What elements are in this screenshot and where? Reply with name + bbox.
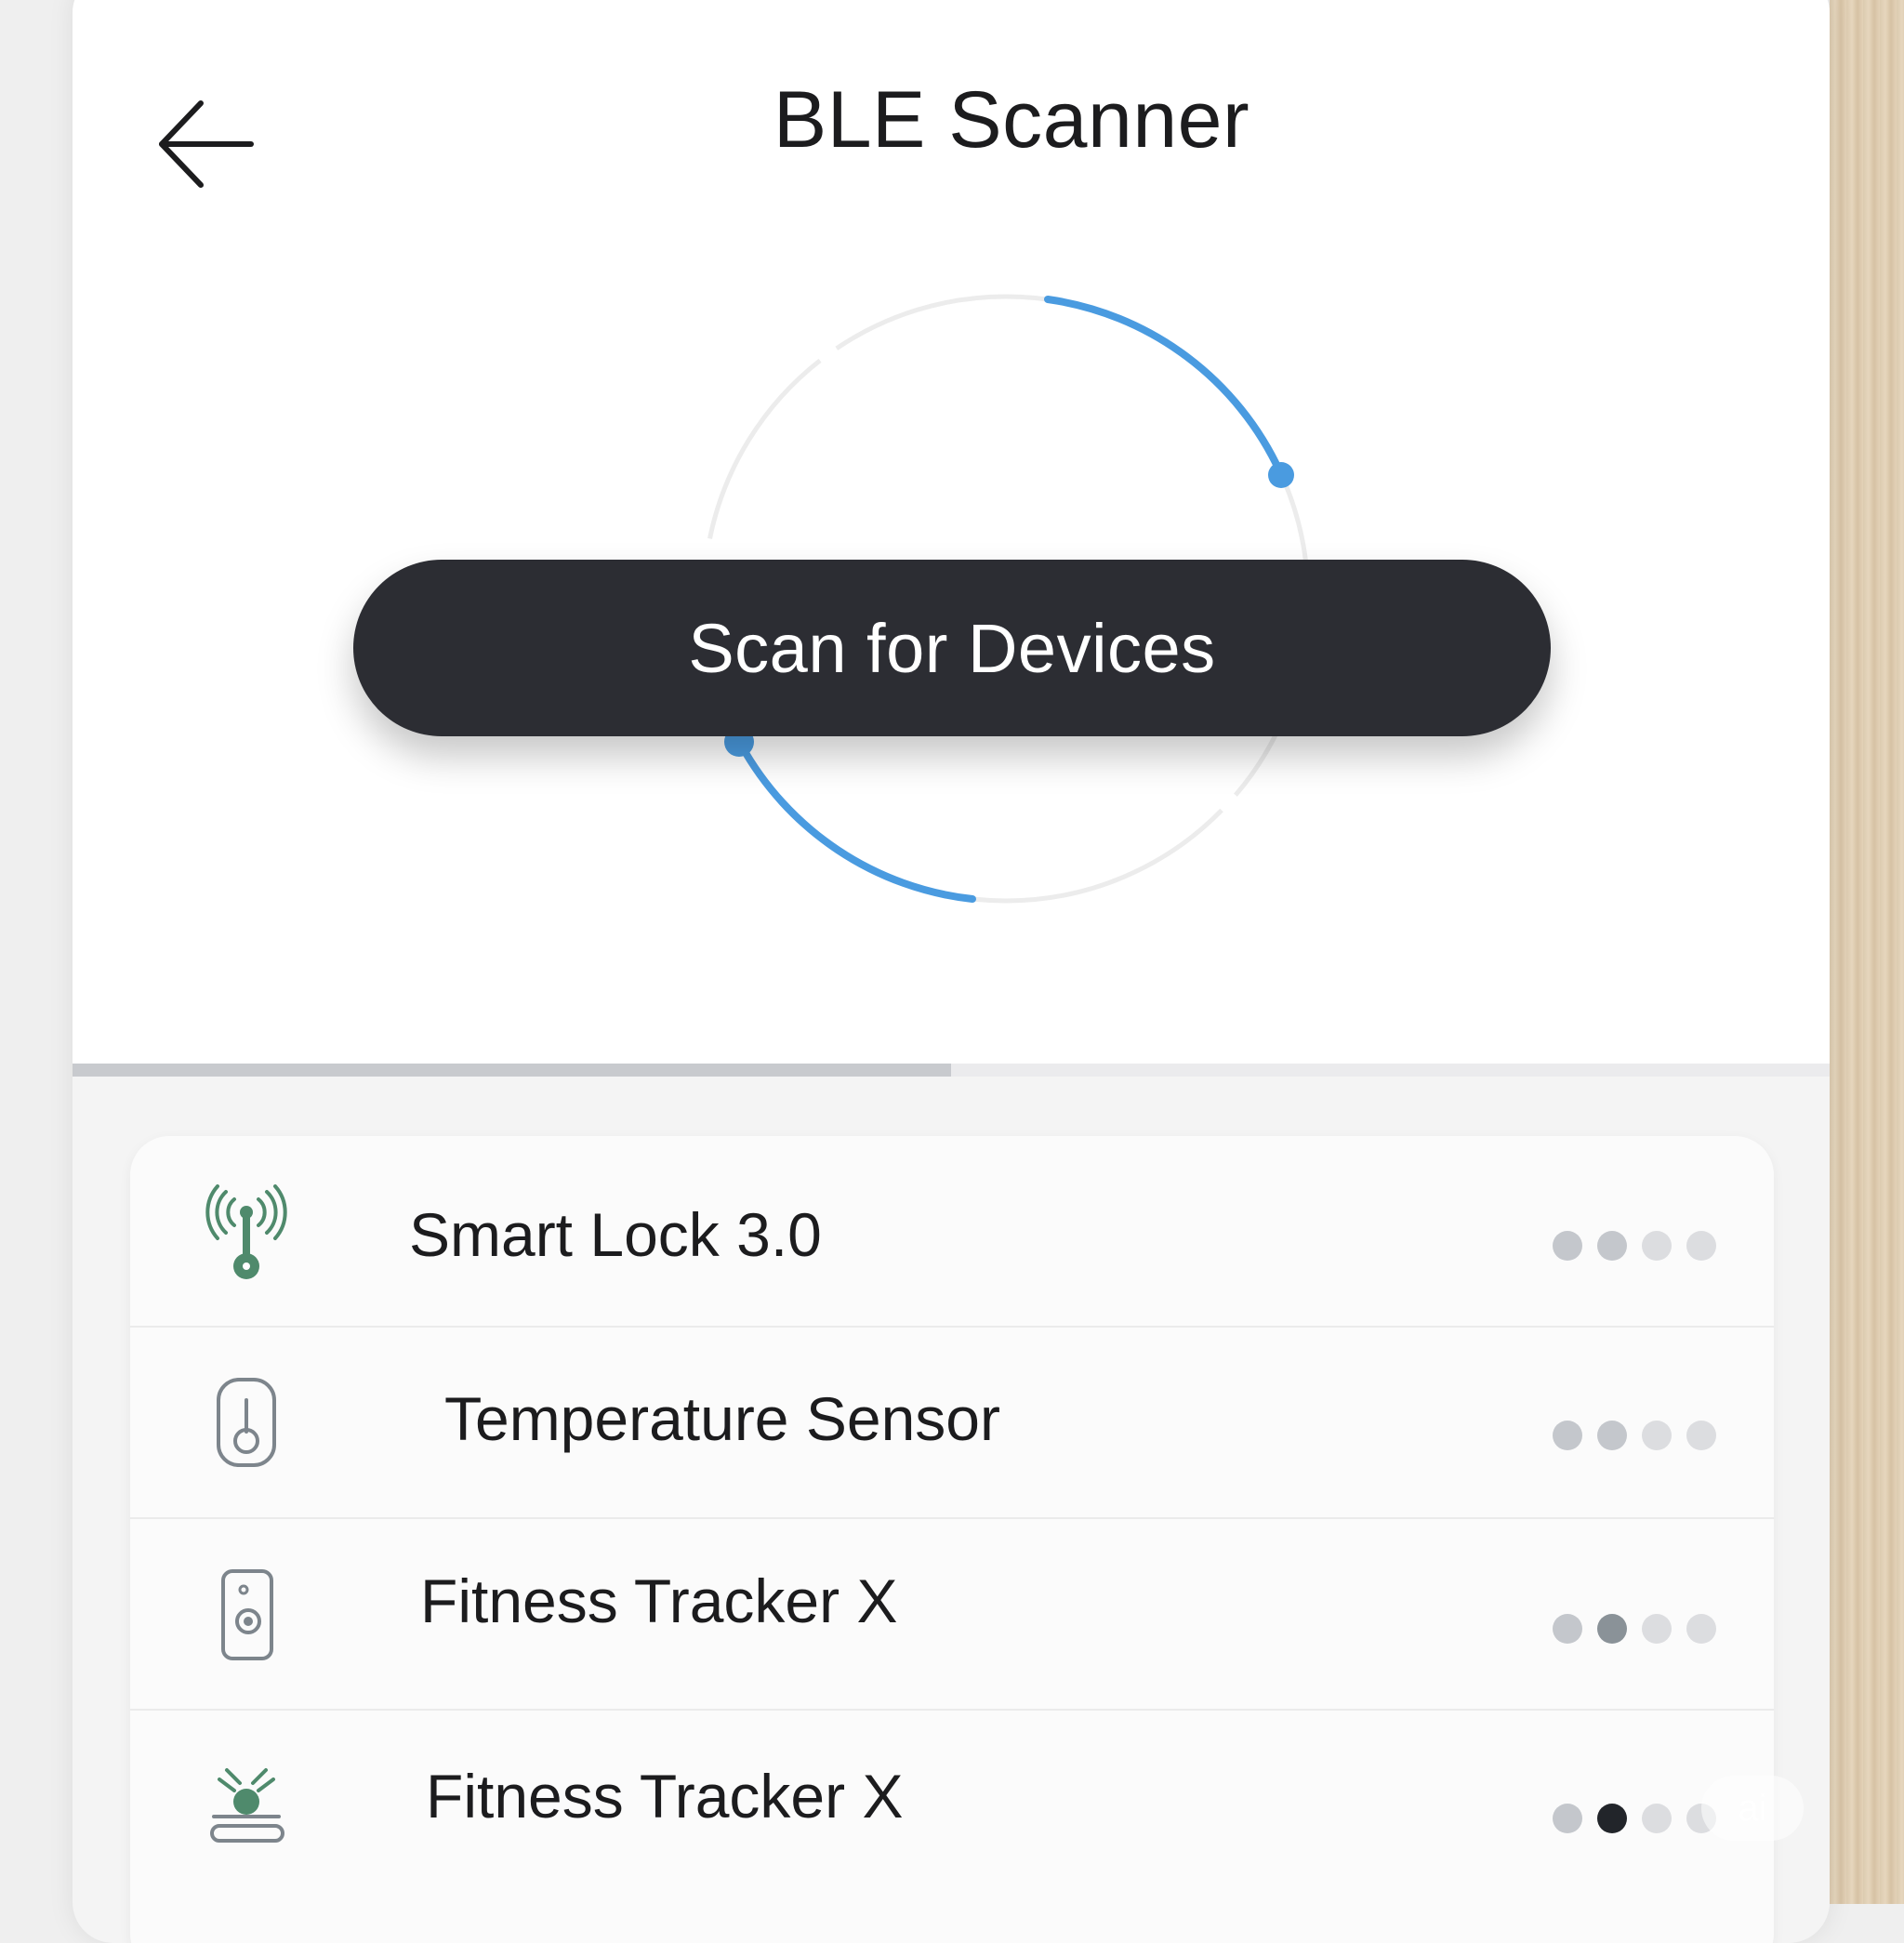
arrow-left-icon (159, 100, 254, 188)
device-row-smart-lock[interactable]: Smart Lock 3.0 (130, 1136, 1774, 1328)
scan-progress-bar (73, 1064, 1830, 1077)
signal-dot (1686, 1421, 1716, 1450)
scan-for-devices-button[interactable]: Scan for Devices (353, 560, 1551, 736)
signal-dot (1553, 1421, 1582, 1450)
phone-screen: BLE Scanner Scan for Devices Smart Lock … (73, 0, 1830, 1943)
device-list: Smart Lock 3.0 Temperature Sensor Fitnes… (130, 1136, 1774, 1943)
signal-strength (1553, 1614, 1739, 1651)
signal-dot (1597, 1421, 1627, 1450)
beacon-icon (210, 1768, 284, 1843)
watermark-badge: ai (1701, 1776, 1804, 1841)
page-title: BLE Scanner (773, 75, 1250, 165)
scan-progress-fill (73, 1064, 951, 1077)
device-row-fitness-tracker-2[interactable]: Fitness Tracker X (130, 1711, 1774, 1902)
fitness-band-icon (221, 1569, 273, 1660)
signal-dot (1553, 1231, 1582, 1261)
device-name: Fitness Tracker X (426, 1762, 904, 1831)
device-name: Smart Lock 3.0 (409, 1200, 822, 1269)
thermometer-icon (217, 1378, 276, 1467)
device-name: Temperature Sensor (444, 1384, 1000, 1453)
signal-dot (1553, 1614, 1582, 1644)
scan-area: BLE Scanner Scan for Devices (73, 0, 1830, 1064)
back-button[interactable] (145, 93, 266, 195)
signal-dot (1642, 1231, 1672, 1261)
signal-dot (1686, 1231, 1716, 1261)
signal-dot (1642, 1614, 1672, 1644)
device-name: Fitness Tracker X (420, 1566, 898, 1635)
signal-dot (1597, 1614, 1627, 1644)
signal-dot (1553, 1804, 1582, 1833)
wood-background (1830, 0, 1904, 1904)
signal-strength (1553, 1421, 1739, 1458)
signal-dot (1642, 1421, 1672, 1450)
antenna-lock-icon (205, 1184, 287, 1279)
device-row-fitness-tracker[interactable]: Fitness Tracker X (130, 1519, 1774, 1711)
signal-dot (1597, 1804, 1627, 1833)
device-row-temperature-sensor[interactable]: Temperature Sensor (130, 1328, 1774, 1519)
signal-dot (1686, 1614, 1716, 1644)
signal-dot (1597, 1231, 1627, 1261)
signal-strength (1553, 1231, 1739, 1268)
signal-dot (1642, 1804, 1672, 1833)
